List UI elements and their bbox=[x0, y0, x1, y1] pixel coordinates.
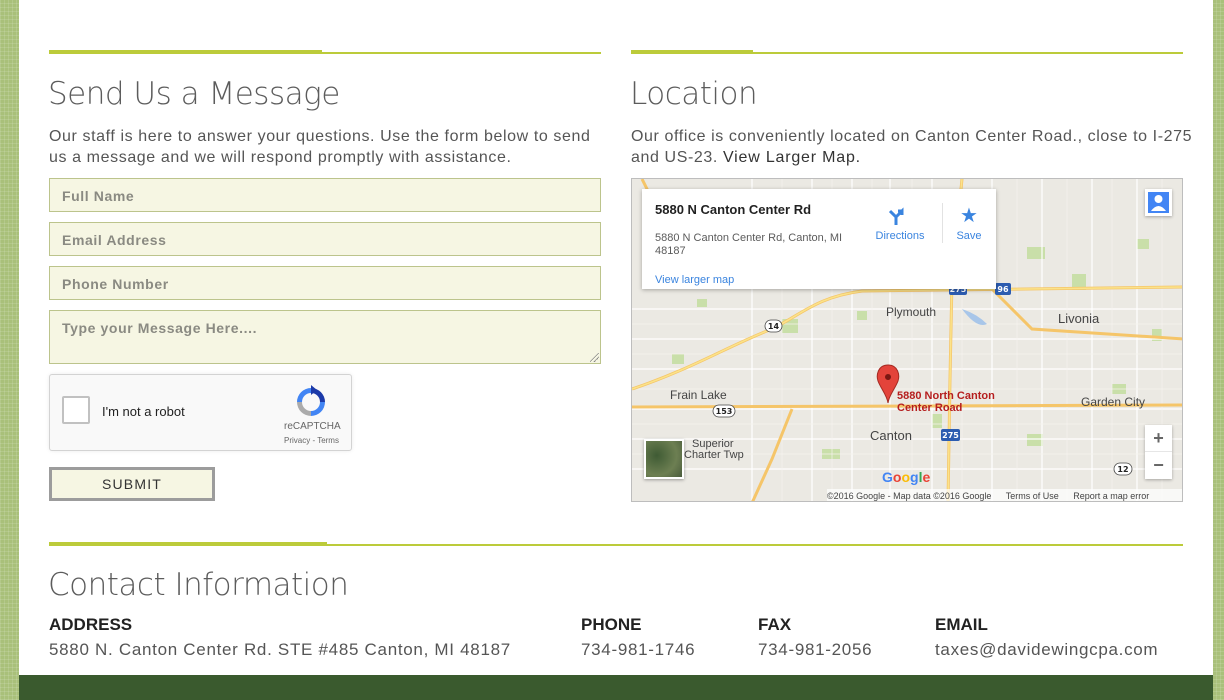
message-heading: Send Us a Message bbox=[48, 76, 340, 112]
place-garden-city: Garden City bbox=[1081, 395, 1146, 409]
zoom-out-button[interactable]: − bbox=[1145, 452, 1172, 479]
directions-button[interactable]: Directions bbox=[870, 205, 930, 242]
save-button[interactable]: ★ Save bbox=[952, 205, 986, 242]
address-label: ADDRESS bbox=[49, 615, 133, 634]
place-frain-lake: Frain Lake bbox=[670, 388, 727, 402]
recaptcha-links[interactable]: Privacy - Terms bbox=[284, 436, 339, 445]
submit-button[interactable]: SUBMIT bbox=[49, 467, 215, 501]
recaptcha-checkbox[interactable] bbox=[62, 396, 90, 424]
email-value[interactable]: taxes@davidewingcpa.com bbox=[935, 640, 1158, 660]
directions-icon bbox=[888, 207, 904, 225]
shield-275-south: 275 bbox=[942, 431, 959, 440]
phone-label: PHONE bbox=[581, 615, 642, 634]
recaptcha-brand: reCAPTCHA bbox=[284, 421, 341, 432]
google-map[interactable]: 275 96 14 153 275 12 5880 N Canton Cente… bbox=[631, 178, 1183, 502]
section-rule-contact bbox=[49, 542, 1183, 546]
map-card-address: 5880 N Canton Center Rd, Canton, MI 4818… bbox=[655, 232, 843, 257]
map-attribution: ©2016 Google - Map data ©2016 Google Ter… bbox=[827, 489, 1182, 501]
directions-label: Directions bbox=[875, 230, 925, 242]
map-copyright: ©2016 Google - Map data ©2016 Google bbox=[827, 491, 992, 501]
map-card-title: 5880 N Canton Center Rd bbox=[655, 202, 812, 217]
section-rule-message bbox=[49, 50, 601, 54]
email-field[interactable]: Email Address bbox=[49, 222, 601, 256]
zoom-controls: + − bbox=[1145, 425, 1172, 479]
place-canton: Canton bbox=[870, 428, 912, 443]
shield-153: 153 bbox=[716, 407, 733, 416]
street-view-pegman-icon[interactable] bbox=[1145, 189, 1172, 216]
terms-link[interactable]: Terms of Use bbox=[1006, 491, 1059, 501]
contact-heading: Contact Information bbox=[48, 567, 349, 603]
resize-grip-icon[interactable] bbox=[590, 353, 599, 362]
footer-band bbox=[19, 675, 1213, 700]
address-value: 5880 N. Canton Center Rd. STE #485 Canto… bbox=[49, 640, 511, 659]
location-intro-text: Our office is conveniently located on Ca… bbox=[631, 128, 1193, 166]
shield-96: 96 bbox=[997, 285, 1009, 294]
phone-field[interactable]: Phone Number bbox=[49, 266, 601, 300]
recaptcha-label: I'm not a robot bbox=[102, 404, 185, 419]
satellite-toggle[interactable] bbox=[644, 439, 684, 479]
place-plymouth: Plymouth bbox=[886, 305, 937, 319]
recaptcha-logo-icon bbox=[297, 385, 325, 416]
pin-label-line1: 5880 North Canton bbox=[897, 390, 995, 402]
pin-label: 5880 North Canton Center Road bbox=[897, 390, 995, 414]
map-info-card: 5880 N Canton Center Rd 5880 N Canton Ce… bbox=[642, 189, 996, 289]
fax-label: FAX bbox=[758, 615, 792, 634]
view-larger-map-link-card[interactable]: View larger map bbox=[655, 274, 734, 286]
star-icon: ★ bbox=[960, 205, 978, 227]
message-textarea[interactable]: Type your Message Here.... bbox=[49, 310, 601, 364]
message-intro: Our staff is here to answer your questio… bbox=[49, 128, 591, 166]
full-name-input[interactable]: Full Name bbox=[49, 178, 601, 212]
pin-label-line2: Center Road bbox=[897, 402, 963, 414]
zoom-in-button[interactable]: + bbox=[1145, 425, 1172, 452]
location-intro: Our office is conveniently located on Ca… bbox=[631, 126, 1211, 168]
place-livonia: Livonia bbox=[1058, 311, 1100, 326]
google-logo: Google bbox=[882, 469, 931, 485]
fax-value: 734-981-2056 bbox=[758, 640, 873, 659]
report-error-link[interactable]: Report a map error bbox=[1073, 491, 1149, 501]
shield-14: 14 bbox=[768, 322, 780, 331]
place-charter-twp: Charter Twp bbox=[684, 449, 744, 461]
view-larger-map-link[interactable]: View Larger Map. bbox=[723, 149, 861, 166]
save-label: Save bbox=[956, 230, 982, 242]
section-rule-location bbox=[631, 50, 1183, 54]
phone-value[interactable]: 734-981-1746 bbox=[581, 640, 695, 660]
message-placeholder: Type your Message Here.... bbox=[62, 320, 258, 336]
email-label: EMAIL bbox=[935, 615, 988, 634]
location-heading: Location bbox=[630, 76, 758, 112]
card-divider bbox=[942, 203, 943, 243]
shield-12: 12 bbox=[1117, 465, 1128, 474]
recaptcha-widget: I'm not a robot reCAPTCHA Privacy - Term… bbox=[49, 374, 352, 451]
